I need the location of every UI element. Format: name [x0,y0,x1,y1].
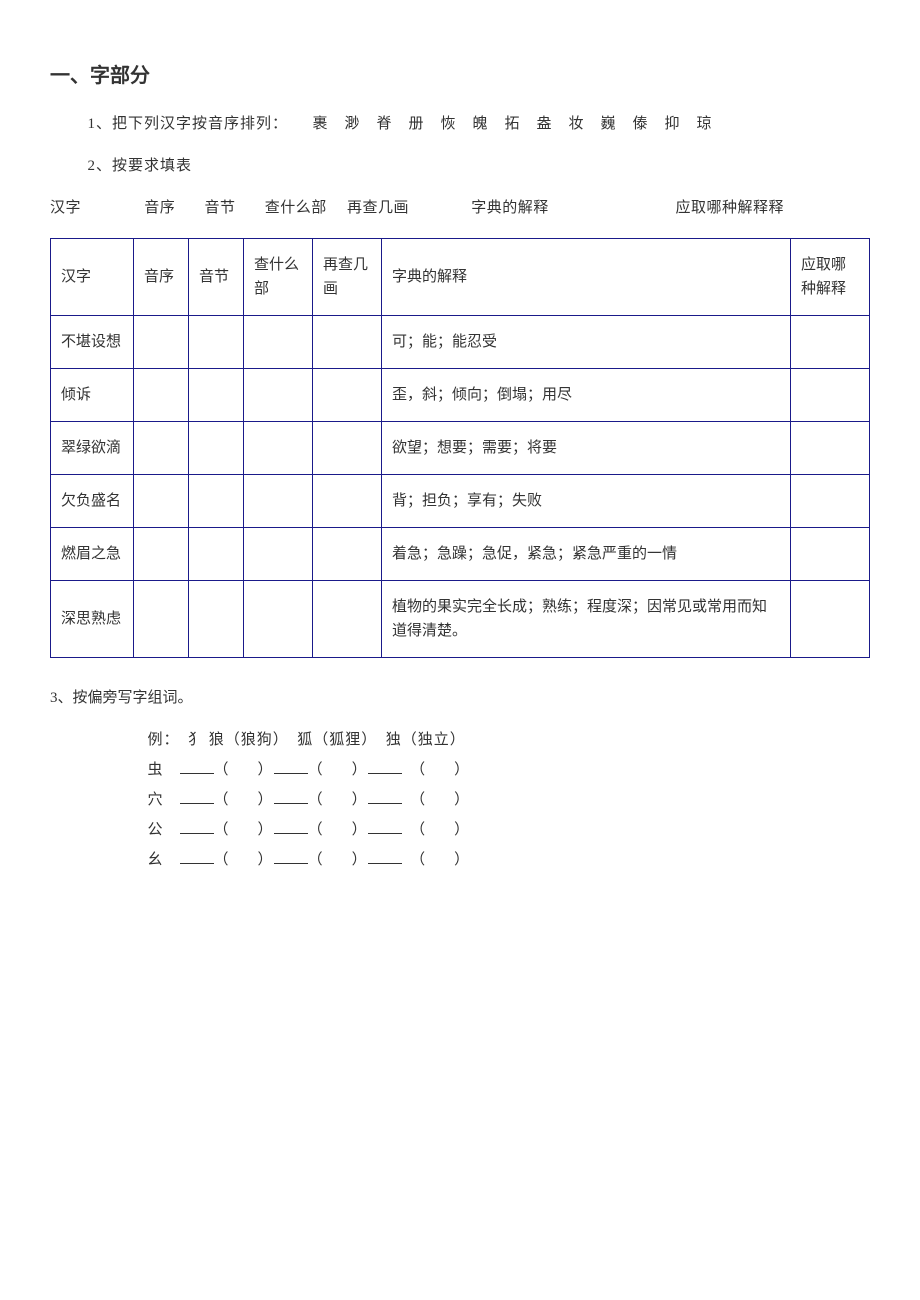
cell-blank[interactable] [134,369,189,422]
table-row: 倾诉 歪，斜；倾向；倒塌；用尽 [51,369,870,422]
label-yinjie: 音节 [205,196,261,220]
cell-blank[interactable] [791,475,870,528]
cell-blank[interactable] [791,316,870,369]
blank-input[interactable] [180,758,214,774]
cell-jieshi: 歪，斜；倾向；倒塌；用尽 [382,369,791,422]
cell-hanzi: 不堪设想 [51,316,134,369]
question-1-text: 1、把下列汉字按音序排列： 裹 渺 脊 册 恢 魄 拓 盎 妆 巍 傣 抑 琼 [50,112,870,136]
cell-blank[interactable] [189,581,244,658]
blank-input[interactable] [274,818,308,834]
cell-blank[interactable] [244,581,313,658]
label-jieshi: 字典的解释 [471,196,671,220]
table-row: 不堪设想 可；能；能忍受 [51,316,870,369]
cell-blank[interactable] [313,475,382,528]
cell-blank[interactable] [313,422,382,475]
cell-blank[interactable] [189,475,244,528]
section-title: 一、字部分 [50,60,870,92]
q3-example-line: 例： 犭 狼（狼狗） 狐（狐狸） 独（独立） [50,728,870,752]
cell-jieshi: 可；能；能忍受 [382,316,791,369]
cell-jieshi: 植物的果实完全长成；熟练；程度深；因常见或常用而知道得清楚。 [382,581,791,658]
cell-jieshi: 欲望；想要；需要；将要 [382,422,791,475]
cell-blank[interactable] [791,369,870,422]
cell-blank[interactable] [244,369,313,422]
blank-input[interactable] [368,818,402,834]
table-row: 深思熟虑 植物的果实完全长成；熟练；程度深；因常见或常用而知道得清楚。 [51,581,870,658]
cell-blank[interactable] [244,528,313,581]
cell-jieshi: 着急；急躁；急促，紧急；紧急严重的一情 [382,528,791,581]
cell-blank[interactable] [134,422,189,475]
radical: 穴 [148,792,164,808]
cell-jieshi: 背；担负；享有；失败 [382,475,791,528]
label-bushou: 查什么部 [265,196,343,220]
cell-blank[interactable] [189,369,244,422]
q3-line: 公 （）（） （） [50,818,870,842]
cell-blank[interactable] [313,581,382,658]
blank-input[interactable] [274,788,308,804]
cell-blank[interactable] [791,528,870,581]
label-yinxu: 音序 [144,196,200,220]
cell-blank[interactable] [189,528,244,581]
cell-blank[interactable] [189,316,244,369]
q3-line: 虫 （）（） （） [50,758,870,782]
blank-input[interactable] [368,848,402,864]
cell-hanzi: 燃眉之急 [51,528,134,581]
q3-line: 穴 （）（） （） [50,788,870,812]
label-jihua: 再查几画 [347,196,467,220]
question-2-intro: 2、按要求填表 [50,154,870,178]
cell-hanzi: 欠负盛名 [51,475,134,528]
cell-hanzi: 深思熟虑 [51,581,134,658]
cell-blank[interactable] [189,422,244,475]
blank-input[interactable] [274,848,308,864]
radical: 幺 [148,852,164,868]
blank-input[interactable] [180,788,214,804]
cell-blank[interactable] [134,581,189,658]
cell-blank[interactable] [134,528,189,581]
cell-blank[interactable] [313,316,382,369]
label-hanzi: 汉字 [50,196,140,220]
radical: 虫 [148,762,164,778]
lookup-table: 汉字 音序 音节 查什么部 再查几画 字典的解释 应取哪种解释 不堪设想 可；能… [50,238,870,658]
cell-blank[interactable] [791,581,870,658]
table-header-row: 汉字 音序 音节 查什么部 再查几画 字典的解释 应取哪种解释 [51,239,870,316]
question-3-intro: 3、按偏旁写字组词。 [50,686,870,710]
cell-hanzi: 倾诉 [51,369,134,422]
th-hanzi: 汉字 [51,239,134,316]
blank-input[interactable] [368,788,402,804]
cell-blank[interactable] [134,316,189,369]
th-qushi: 应取哪种解释 [791,239,870,316]
table-row: 燃眉之急 着急；急躁；急促，紧急；紧急严重的一情 [51,528,870,581]
blank-input[interactable] [368,758,402,774]
radical: 公 [148,822,164,838]
table-row: 欠负盛名 背；担负；享有；失败 [51,475,870,528]
cell-hanzi: 翠绿欲滴 [51,422,134,475]
cell-blank[interactable] [791,422,870,475]
table-row: 翠绿欲滴 欲望；想要；需要；将要 [51,422,870,475]
th-yinjie: 音节 [189,239,244,316]
th-bushou: 查什么部 [244,239,313,316]
th-jihua: 再查几画 [313,239,382,316]
table-label-row: 汉字 音序 音节 查什么部 再查几画 字典的解释 应取哪种解释释 [50,196,870,220]
q3-line: 幺 （）（） （） [50,848,870,872]
cell-blank[interactable] [244,422,313,475]
cell-blank[interactable] [313,528,382,581]
blank-input[interactable] [180,818,214,834]
label-qushi: 应取哪种解释释 [676,196,785,220]
cell-blank[interactable] [134,475,189,528]
cell-blank[interactable] [244,475,313,528]
blank-input[interactable] [274,758,308,774]
cell-blank[interactable] [313,369,382,422]
cell-blank[interactable] [244,316,313,369]
blank-input[interactable] [180,848,214,864]
th-jieshi: 字典的解释 [382,239,791,316]
th-yinxu: 音序 [134,239,189,316]
